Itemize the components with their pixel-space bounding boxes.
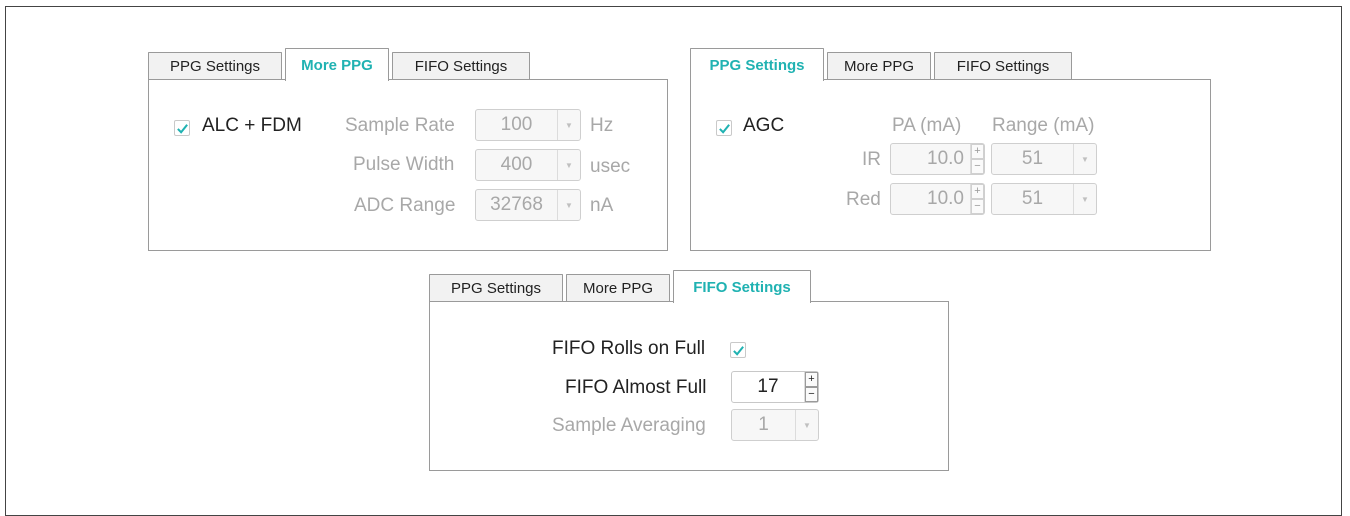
- pulse-width-value: 400: [500, 154, 533, 175]
- tab-bar: PPG Settings More PPG FIFO Settings: [148, 48, 533, 81]
- agc-label: AGC: [743, 115, 785, 136]
- tab-bar: PPG Settings More PPG FIFO Settings: [429, 270, 814, 303]
- pa-header: PA (mA): [892, 115, 962, 136]
- red-range-value: 51: [1021, 188, 1044, 209]
- chevron-down-icon: ▼: [557, 110, 580, 140]
- red-range-select[interactable]: 51 ▼: [991, 183, 1097, 215]
- ir-pa-value: 10.0: [927, 148, 964, 169]
- fifo-settings-panel: FIFO Rolls on Full FIFO Almost Full 17 +…: [429, 301, 949, 471]
- ir-pa-spinner[interactable]: 10.0 + −: [890, 143, 985, 175]
- ir-range-value: 51: [1021, 148, 1044, 169]
- adc-range-unit: nA: [590, 195, 614, 216]
- sample-averaging-label: Sample Averaging: [552, 415, 706, 436]
- sample-averaging-value: 1: [758, 414, 769, 435]
- tab-more-ppg[interactable]: More PPG: [285, 48, 389, 81]
- fifo-rolls-checkbox[interactable]: [730, 342, 746, 358]
- red-label: Red: [846, 189, 881, 210]
- pulse-width-unit: usec: [590, 156, 631, 177]
- red-pa-spinner[interactable]: 10.0 + −: [890, 183, 985, 215]
- spin-buttons: + −: [970, 144, 984, 174]
- sample-rate-label: Sample Rate: [345, 115, 455, 136]
- decrement-icon[interactable]: −: [971, 159, 984, 174]
- tab-bar: PPG Settings More PPG FIFO Settings: [690, 48, 1075, 81]
- pulse-width-label: Pulse Width: [353, 154, 455, 175]
- alc-fdm-label: ALC + FDM: [202, 115, 302, 136]
- agc-checkbox[interactable]: [716, 120, 732, 136]
- tab-fifo-settings[interactable]: FIFO Settings: [392, 52, 530, 80]
- chevron-down-icon: ▼: [1073, 184, 1096, 214]
- adc-range-select[interactable]: 32768 ▼: [475, 189, 581, 221]
- adc-range-value: 32768: [490, 194, 543, 215]
- more-ppg-panel: ALC + FDM Sample Rate 100 ▼ Hz Pulse Wid…: [148, 79, 668, 251]
- tab-more-ppg[interactable]: More PPG: [827, 52, 931, 80]
- tab-ppg-settings[interactable]: PPG Settings: [690, 48, 824, 81]
- sample-rate-select[interactable]: 100 ▼: [475, 109, 581, 141]
- checkmark-icon: [718, 123, 730, 134]
- chevron-down-icon: ▼: [1073, 144, 1096, 174]
- ppg-settings-widget: PPG Settings More PPG FIFO Settings AGC …: [690, 48, 1211, 251]
- ppg-settings-panel: AGC PA (mA) Range (mA) IR 10.0 + − 51 ▼ …: [690, 79, 1211, 251]
- tab-ppg-settings[interactable]: PPG Settings: [429, 274, 563, 302]
- checkmark-icon: [732, 345, 744, 356]
- sample-averaging-select[interactable]: 1 ▼: [731, 409, 819, 441]
- chevron-down-icon: ▼: [557, 190, 580, 220]
- spin-buttons: + −: [804, 372, 818, 402]
- pulse-width-select[interactable]: 400 ▼: [475, 149, 581, 181]
- fifo-settings-widget: PPG Settings More PPG FIFO Settings FIFO…: [429, 270, 949, 471]
- fifo-almost-full-value: 17: [757, 376, 779, 397]
- tab-ppg-settings[interactable]: PPG Settings: [148, 52, 282, 80]
- ir-range-select[interactable]: 51 ▼: [991, 143, 1097, 175]
- increment-icon[interactable]: +: [805, 372, 818, 387]
- increment-icon[interactable]: +: [971, 144, 984, 159]
- decrement-icon[interactable]: −: [805, 387, 818, 402]
- chevron-down-icon: ▼: [795, 410, 818, 440]
- more-ppg-widget: PPG Settings More PPG FIFO Settings ALC …: [148, 48, 668, 251]
- tab-fifo-settings[interactable]: FIFO Settings: [673, 270, 811, 303]
- fifo-almost-full-spinner[interactable]: 17 + −: [731, 371, 819, 403]
- ir-label: IR: [862, 149, 881, 170]
- increment-icon[interactable]: +: [971, 184, 984, 199]
- sample-rate-unit: Hz: [590, 115, 614, 136]
- checkmark-icon: [176, 123, 188, 134]
- range-header: Range (mA): [992, 115, 1095, 136]
- spin-buttons: + −: [970, 184, 984, 214]
- decrement-icon[interactable]: −: [971, 199, 984, 214]
- tab-fifo-settings[interactable]: FIFO Settings: [934, 52, 1072, 80]
- adc-range-label: ADC Range: [354, 195, 456, 216]
- chevron-down-icon: ▼: [557, 150, 580, 180]
- sample-rate-value: 100: [500, 114, 533, 135]
- red-pa-value: 10.0: [927, 188, 964, 209]
- fifo-rolls-label: FIFO Rolls on Full: [552, 338, 706, 359]
- alc-fdm-checkbox[interactable]: [174, 120, 190, 136]
- tab-more-ppg[interactable]: More PPG: [566, 274, 670, 302]
- fifo-almost-full-label: FIFO Almost Full: [565, 377, 707, 398]
